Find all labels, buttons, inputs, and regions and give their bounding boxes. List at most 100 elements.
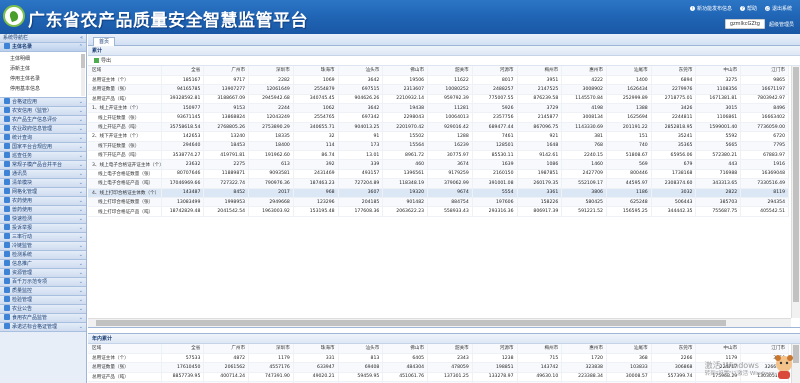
table-cell: 2201970.42 <box>382 122 429 132</box>
column-header[interactable]: 全省 <box>161 66 205 76</box>
sidebar-group[interactable]: 主体名录 ⌃ <box>0 43 86 52</box>
row-label: 总用证数量（张） <box>88 84 162 95</box>
table-row[interactable]: 线下开证数量（张） 294640 18453 18400 114 173 15564 1623… <box>88 141 789 151</box>
table-cell: 580425 <box>561 197 607 207</box>
column-header[interactable]: 韶关市 <box>427 344 473 354</box>
sidebar-subitem[interactable]: 停用主体名录 <box>0 74 86 84</box>
export-button[interactable]: 导出 <box>94 58 111 64</box>
table-cell: 85530.11 <box>472 150 518 160</box>
column-header[interactable]: 汕尾市 <box>606 344 652 354</box>
table-row[interactable]: 线上开证数量（张） 93671145 13868824 12043249 2554765… <box>88 112 789 123</box>
table-cell: 323838 <box>561 362 607 373</box>
sidebar-subitem[interactable]: 停用基本信息 <box>0 84 86 94</box>
horizontal-scrollbar[interactable] <box>88 318 791 327</box>
complaint-icon <box>4 224 10 230</box>
table-cell: 790976.36 <box>248 178 294 189</box>
row-label: 线上电子合格证数量（张） <box>88 169 162 179</box>
table-cell: 151 <box>606 131 652 142</box>
column-header[interactable]: 江门市 <box>740 66 789 76</box>
table-row[interactable]: 1、线上开证主体（个） 150977 9153 2244 1062 3642 19438 11… <box>88 103 789 113</box>
help-link[interactable]: ? 帮助 <box>739 5 757 12</box>
column-header[interactable]: 中山市 <box>695 66 742 76</box>
table-cell: 1648 <box>517 141 563 151</box>
table-cell: 13868824 <box>203 112 250 123</box>
table-cell: 800446 <box>606 169 652 179</box>
table-row[interactable]: 4、线上打印合格证主体数（个） 143487 8452 2017 968 3607 1932… <box>88 188 789 198</box>
table-cell: 679 <box>651 159 697 170</box>
table-row[interactable]: 总用证产品（吨） 8857739.95 400714.24 747391.90 4902… <box>88 372 789 382</box>
column-header[interactable]: 珠海市 <box>293 344 339 354</box>
chevron-down-icon: ⌄ <box>78 296 83 303</box>
table-row[interactable]: 总用证数量（张） 94165785 13907277 12061649 2554879 6… <box>88 84 789 95</box>
table-cell: 35365 <box>651 141 697 151</box>
new-features-link[interactable]: ! 新功能发布信息 <box>689 5 732 12</box>
column-header[interactable]: 梅州市 <box>517 344 563 354</box>
table-row[interactable]: 总用证主体（个） 185167 9717 2282 1069 3642 19506 11622… <box>88 75 789 85</box>
column-header[interactable]: 韶关市 <box>427 66 473 76</box>
column-header[interactable]: 深圳市 <box>248 66 294 76</box>
table-cell: 2298043 <box>382 112 429 123</box>
sidebar-group-label: 巡查任务 <box>12 152 33 159</box>
sidebar-subitem[interactable]: 主体明细 <box>0 54 86 64</box>
table-cell: 11281 <box>427 103 473 113</box>
column-header[interactable]: 佛山市 <box>382 344 429 354</box>
table-cell: 2488257 <box>472 84 518 95</box>
table-row[interactable]: 线上电子合格证产品（吨） 17046969.66 727322.74 790976.3… <box>88 178 789 189</box>
table-row[interactable]: 线上电子合格证数量（张） 80707646 11889871 9093581 24314… <box>88 169 789 179</box>
column-header[interactable]: 惠州市 <box>561 344 607 354</box>
table-cell: 5592 <box>695 131 742 142</box>
table-cell: 904626.26 <box>338 94 384 104</box>
table-cell: 2063622.23 <box>382 206 429 217</box>
table-row[interactable]: 线上开证产品（吨） 35758618.54 2768805.26 2753890.29… <box>88 122 789 132</box>
sidebar-group[interactable]: 承诺达标合格证管理 ⌄ <box>0 323 86 332</box>
column-header[interactable]: 江门市 <box>740 344 789 354</box>
user-name[interactable]: gzmlkcGZtg <box>724 19 765 29</box>
vertical-scrollbar[interactable] <box>791 66 800 318</box>
column-header[interactable]: 深圳市 <box>248 344 294 354</box>
submenu-scrollbar[interactable] <box>81 54 85 96</box>
column-header[interactable]: 广州市 <box>203 66 250 76</box>
column-header[interactable]: 汕尾市 <box>606 66 652 76</box>
table-cell: 197606 <box>472 197 518 207</box>
table-cell: 94165785 <box>161 84 205 95</box>
column-header[interactable]: 东莞市 <box>651 66 697 76</box>
column-header[interactable]: 全省 <box>161 344 205 354</box>
column-header[interactable]: 河源市 <box>472 66 518 76</box>
row-label: 总用证主体（个） <box>88 353 162 363</box>
table-row[interactable]: 线下开证产品（吨） 3538774.27 419791.81 191962.60 86.… <box>88 150 789 160</box>
column-header[interactable]: 梅州市 <box>517 66 563 76</box>
table-row[interactable]: 总用证主体（个） 57533 4872 1179 331 813 6405 2343 1238 7… <box>88 353 789 363</box>
column-header[interactable]: 区域 <box>88 344 162 354</box>
column-header[interactable]: 中山市 <box>695 344 742 354</box>
tab-home[interactable]: 首页 <box>93 37 116 46</box>
table-row[interactable]: 总用证产品（吨） 39328592.81 3188667.09 2945942.68 3… <box>88 94 789 104</box>
logout-link[interactable]: ⏻ 退出系统 <box>764 5 792 12</box>
column-header[interactable]: 河源市 <box>472 344 518 354</box>
column-header[interactable]: 汕头市 <box>338 344 384 354</box>
table-row[interactable]: 2、线下开证主体（个） 142653 13240 18335 32 91 15502 1288… <box>88 131 789 142</box>
column-header[interactable]: 惠州市 <box>561 66 607 76</box>
table-row[interactable]: 线上打印合格证数量（张） 13083499 1998953 2949668 123296… <box>88 197 789 207</box>
table-cell: 2852818.95 <box>651 122 697 132</box>
column-header[interactable]: 广州市 <box>203 344 250 354</box>
column-header[interactable]: 佛山市 <box>382 66 429 76</box>
collapse-sidebar-icon[interactable]: « <box>80 34 86 43</box>
row-label: 1、线上开证主体（个） <box>88 103 162 113</box>
table-cell: 633947 <box>293 362 339 373</box>
table-cell: 340745.45 <box>293 94 339 104</box>
sidebar-subitem[interactable]: 添新主体 <box>0 64 86 74</box>
table-cell: 368 <box>606 353 652 363</box>
vet-icon <box>4 206 10 212</box>
column-header[interactable]: 汕头市 <box>338 66 384 76</box>
food-icon <box>4 314 10 320</box>
table-row[interactable]: 线上打印合格证产品（吨） 18742829.48 2041542.54 1963003… <box>88 206 789 217</box>
table-row[interactable]: 总用证数量（张） 17610450 2061562 4557176 633947 6940… <box>88 362 789 373</box>
column-header[interactable]: 珠海市 <box>293 66 339 76</box>
table-cell: 17046969.66 <box>161 178 205 189</box>
table-row[interactable]: 3、线上电子合格证开证主体（个） 23632 2275 613 392 339 460 367… <box>88 159 789 170</box>
column-header[interactable]: 东莞市 <box>651 344 697 354</box>
table-cell: 13083499 <box>161 197 205 207</box>
table-cell: 18453 <box>203 141 250 151</box>
table-cell: 506443 <box>651 197 697 207</box>
column-header[interactable]: 区域 <box>88 66 162 76</box>
